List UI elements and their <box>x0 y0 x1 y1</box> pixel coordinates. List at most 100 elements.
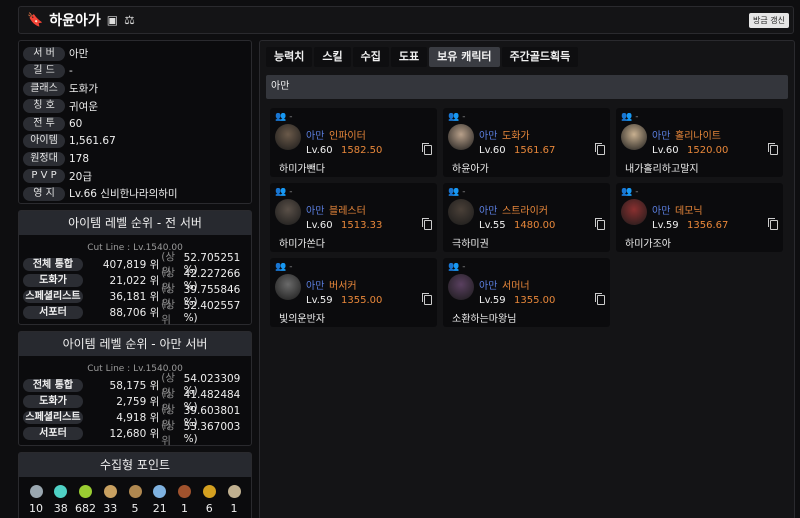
profile-label: 원정대 <box>23 151 65 166</box>
memory-orgel-icon <box>227 485 241 498</box>
collectible-item[interactable]: 38 <box>50 485 72 515</box>
profile-value: 귀여운 <box>69 100 98 113</box>
copy-icon[interactable] <box>768 143 778 155</box>
profile-value: Lv.66 신비한나라의하미 <box>69 188 178 201</box>
rank-row: 서포터 88,706 위 (상위 52.402557 %) <box>19 299 251 326</box>
rank-percent: 53.367003 %) <box>183 421 241 445</box>
copy-icon[interactable] <box>595 218 605 230</box>
collectible-item[interactable]: 5 <box>124 485 146 515</box>
collectible-item[interactable]: 6 <box>198 485 220 515</box>
art-icon <box>103 485 117 498</box>
guild-line: 👥 - <box>448 262 465 272</box>
collectible-item[interactable]: 682 <box>75 485 97 515</box>
character-server: 아만 <box>479 131 498 142</box>
character-server: 아만 <box>306 206 325 217</box>
id-card-icon[interactable]: ▣ <box>107 13 118 27</box>
profile-label: 서 버 <box>23 46 65 61</box>
rank-label: 전체 통합 <box>23 378 83 392</box>
character-item-level: 1356.67 <box>687 220 729 231</box>
character-avatar <box>275 199 301 225</box>
profile-row: 영 지 Lv.66 신비한나라의하미 <box>23 185 247 203</box>
tab-item[interactable]: 도표 <box>390 47 428 67</box>
character-item-level: 1582.50 <box>341 145 383 156</box>
guild-name: - <box>289 262 293 272</box>
collectible-item[interactable]: 21 <box>149 485 171 515</box>
bookmark-icon[interactable]: 🔖 <box>27 13 43 28</box>
character-item-level: 1520.00 <box>687 145 729 156</box>
character-avatar <box>448 199 474 225</box>
character-name: 내가홀리하고말지 <box>625 164 699 175</box>
rank-value: 4,918 위 <box>116 411 160 424</box>
tab-item[interactable]: 스킬 <box>314 47 351 67</box>
rank-value: 407,819 위 <box>102 258 160 271</box>
character-card[interactable]: 👥 - 아만 버서커 Lv.59 1355.00 빛의운반자 <box>270 258 437 327</box>
character-name: 하윤아가 <box>452 164 489 175</box>
copy-icon[interactable] <box>595 143 605 155</box>
people-icon: 👥 <box>275 112 287 122</box>
character-item-level: 1480.00 <box>514 220 556 231</box>
server-group-header[interactable]: 아만 <box>266 75 788 99</box>
profile-label: 클래스 <box>23 81 65 96</box>
rank-value: 2,759 위 <box>116 395 160 408</box>
profile-value: 60 <box>69 117 83 130</box>
profile-row: 클래스 도화가 <box>23 80 247 98</box>
character-card[interactable]: 👥 - 아만 도화가 Lv.60 1561.67 하윤아가 <box>443 108 610 177</box>
tab-item[interactable]: 주간골드획득 <box>501 47 579 67</box>
character-level: Lv.55 <box>479 220 506 231</box>
rank-row: 서포터 12,680 위 (상위 53.367003 %) <box>19 420 251 447</box>
profile-label: P V P <box>23 169 65 184</box>
profile-row: 칭 호 귀여운 <box>23 98 247 116</box>
character-name: 극하미권 <box>452 239 489 250</box>
character-card[interactable]: 👥 - 아만 홀리나이트 Lv.60 1520.00 내가홀리하고말지 <box>616 108 783 177</box>
tab-item[interactable]: 수집 <box>352 47 389 67</box>
character-card[interactable]: 👥 - 아만 데모닉 Lv.59 1356.67 하미가조아 <box>616 183 783 252</box>
collectible-item[interactable]: 33 <box>99 485 121 515</box>
character-avatar <box>621 199 647 225</box>
guild-line: 👥 - <box>448 112 465 122</box>
scales-icon[interactable]: ⚖ <box>124 13 135 27</box>
guild-line: 👥 - <box>275 187 292 197</box>
tab-item[interactable]: 능력치 <box>266 47 313 67</box>
copy-icon[interactable] <box>768 218 778 230</box>
people-icon: 👥 <box>621 187 633 197</box>
character-name: 소환하는마왕님 <box>452 314 517 325</box>
people-icon: 👥 <box>448 262 460 272</box>
character-name: 하미가뺀다 <box>279 164 325 175</box>
collectible-item[interactable]: 1 <box>174 485 196 515</box>
character-card[interactable]: 👥 - 아만 인파이터 Lv.60 1582.50 하미가뺀다 <box>270 108 437 177</box>
tab-item[interactable]: 보유 캐릭터 <box>429 47 500 67</box>
copy-icon[interactable] <box>595 293 605 305</box>
character-avatar <box>621 124 647 150</box>
character-avatar <box>275 274 301 300</box>
character-card[interactable]: 👥 - 아만 블레스터 Lv.60 1513.33 하미가쏜다 <box>270 183 437 252</box>
copy-icon[interactable] <box>422 143 432 155</box>
copy-icon[interactable] <box>422 293 432 305</box>
character-card[interactable]: 👥 - 아만 서머너 Lv.59 1355.00 소환하는마왕님 <box>443 258 610 327</box>
rank-label: 도화가 <box>23 273 83 287</box>
people-icon: 👥 <box>448 187 460 197</box>
rank-label: 스페셜리스트 <box>23 410 83 424</box>
rank-value: 36,181 위 <box>109 290 160 303</box>
character-class: 블레스터 <box>329 206 366 217</box>
character-name: 하윤아가 <box>49 13 101 29</box>
character-class: 인파이터 <box>329 131 366 142</box>
collectible-item[interactable]: 1 <box>223 485 245 515</box>
collectible-value: 21 <box>152 502 167 515</box>
rank-all-title: 아이템 레벨 순위 - 전 서버 <box>19 211 251 235</box>
guild-name: - <box>289 187 293 197</box>
guild-line: 👥 - <box>275 262 292 272</box>
character-level: Lv.60 <box>306 220 333 231</box>
character-class: 스트라이커 <box>502 206 548 217</box>
rank-value: 12,680 위 <box>109 427 160 440</box>
giant-heart-icon <box>79 485 92 498</box>
copy-icon[interactable] <box>422 218 432 230</box>
ignea-icon <box>178 485 191 498</box>
profile-value: 178 <box>69 152 90 165</box>
character-card[interactable]: 👥 - 아만 스트라이커 Lv.55 1480.00 극하미권 <box>443 183 610 252</box>
rank-value: 88,706 위 <box>109 306 160 319</box>
rank-label: 서포터 <box>23 426 83 440</box>
rank-label: 서포터 <box>23 305 83 319</box>
collectible-item[interactable]: 10 <box>25 485 47 515</box>
refresh-button[interactable]: 방금 갱신 <box>749 13 789 28</box>
profile-info: 서 버 아만 길 드 - 클래스 도화가 칭 호 귀여운 전 투 60 아이템 1,561.67 원정대… <box>18 40 252 204</box>
